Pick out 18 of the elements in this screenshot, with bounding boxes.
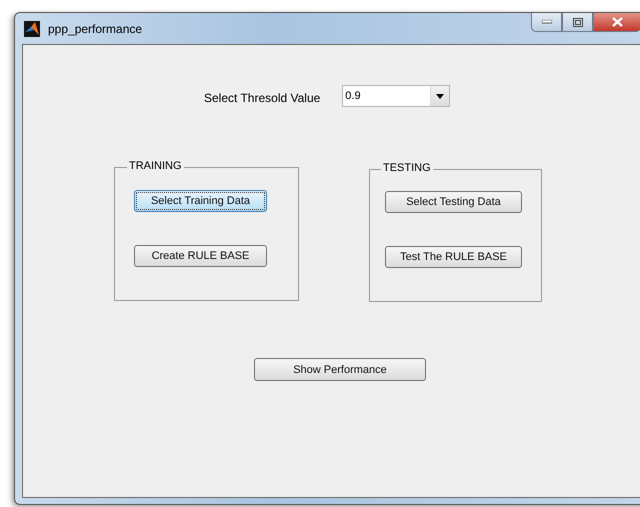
app-icon <box>24 20 40 36</box>
minimize-button[interactable] <box>531 13 562 32</box>
maximize-icon <box>572 18 582 26</box>
panel-button[interactable]: Test The RULE BASE <box>385 246 522 268</box>
close-icon <box>612 17 622 27</box>
dropdown-arrow-icon <box>436 94 444 98</box>
window-title: ppp_performance <box>48 22 142 36</box>
show-performance-button[interactable]: Show Performance <box>254 358 426 381</box>
threshold-dropdown[interactable]: 0.9 <box>342 85 450 107</box>
minimize-icon <box>542 20 552 24</box>
panel-button[interactable]: Create RULE BASE <box>134 245 267 267</box>
close-button[interactable] <box>593 13 640 32</box>
panel-title: TESTING <box>381 162 433 174</box>
panel-button[interactable]: Select Testing Data <box>385 191 522 213</box>
maximize-button[interactable] <box>562 13 593 32</box>
panel-title: TRAINING <box>127 160 184 172</box>
threshold-label: Select Thresold Value <box>204 91 320 105</box>
panel-button[interactable]: Select Training Data <box>134 190 267 212</box>
